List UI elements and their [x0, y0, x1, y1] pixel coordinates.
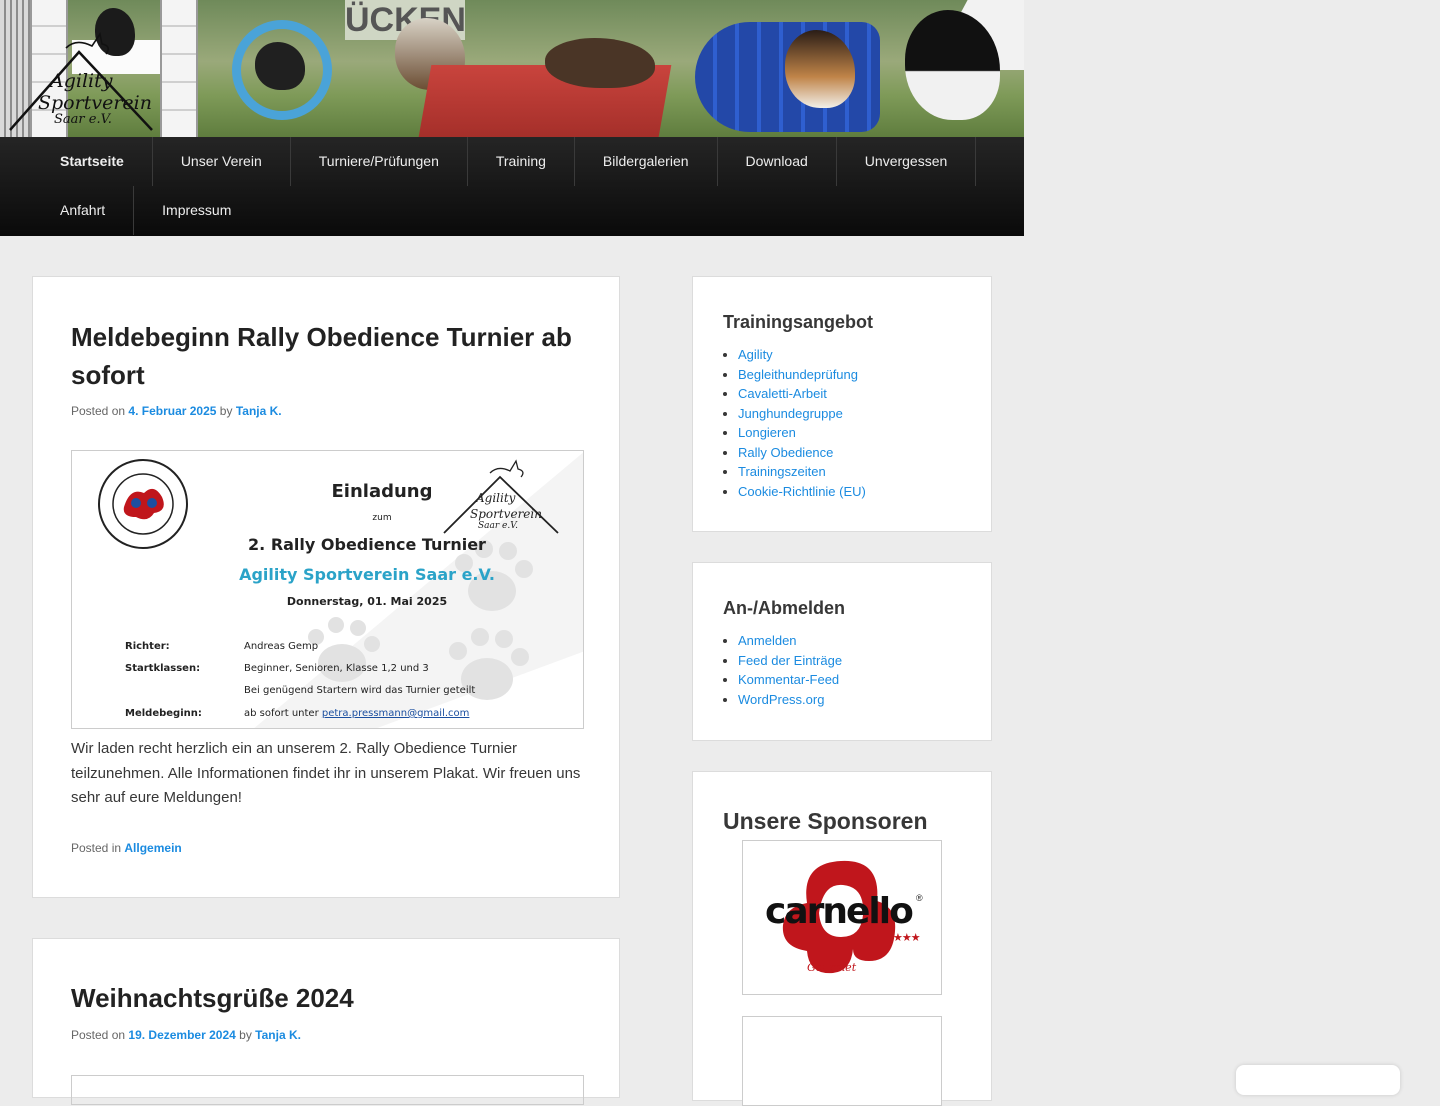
entries-feed-link[interactable]: Feed der Einträge [738, 653, 842, 668]
post-meta: Posted on 19. Dezember 2024 by Tanja K. [71, 1028, 301, 1042]
sponsor-second[interactable] [742, 1016, 942, 1106]
flyer-club-logo: Agility Sportverein Saar e.V. [440, 457, 562, 537]
flyer-row-label: Meldebeginn: [125, 708, 202, 719]
nav-item-unvergessen[interactable]: Unvergessen [837, 137, 977, 186]
nav-row-1: Startseite Unser Verein Turniere/Prüfung… [32, 137, 977, 186]
widget-title: Unsere Sponsoren [723, 808, 928, 834]
post-date-link[interactable]: 19. Dezember 2024 [128, 1028, 235, 1042]
logo-text-line2: Sportverein [38, 92, 152, 114]
training-link-begleithund[interactable]: Begleithundeprüfung [738, 367, 858, 382]
training-link-junghunde[interactable]: Junghundegruppe [738, 406, 843, 421]
nav-row-2: Anfahrt Impressum [32, 186, 259, 235]
flyer-row-value: Bei genügend Startern wird das Turnier g… [244, 685, 476, 696]
flyer-date: Donnerstag, 01. Mai 2025 [286, 595, 448, 608]
post-date-link[interactable]: 4. Februar 2025 [128, 404, 216, 418]
training-link-longieren[interactable]: Longieren [738, 425, 796, 440]
list-item: Agility [738, 345, 866, 365]
list-item: Cookie-Richtlinie (EU) [738, 482, 866, 502]
widget-title: Trainingsangebot [723, 312, 874, 332]
posted-on-label: Posted on [71, 1028, 126, 1042]
event-flyer-image[interactable]: Einladung zum 2. Rally Obedience Turnier… [71, 450, 584, 729]
pillar-decoration [160, 0, 198, 137]
list-item: WordPress.org [738, 690, 842, 710]
dvg-seal-icon [98, 459, 188, 549]
flyer-row-label: Richter: [125, 641, 170, 652]
club-logo[interactable]: Agility Sportverein Saar e.V. [6, 30, 156, 134]
widget-title: An-/Abmelden [723, 598, 846, 618]
floating-widget[interactable] [1236, 1065, 1400, 1095]
post-author-link[interactable]: Tanja K. [236, 404, 282, 418]
widget-sponsors: Unsere Sponsoren carnello ® ★★★ Gourmet [692, 771, 992, 1106]
sponsor-name: carnello [765, 891, 914, 932]
training-link-zeiten[interactable]: Trainingszeiten [738, 464, 826, 479]
flyer-logo-line3: Saar e.V. [478, 521, 519, 531]
nav-item-download[interactable]: Download [718, 137, 837, 186]
training-link-cavaletti[interactable]: Cavaletti-Arbeit [738, 386, 827, 401]
flyer-row-value-text: ab sofort unter [244, 708, 319, 719]
flyer-email: petra.pressmann@gmail.com [321, 708, 470, 719]
flyer-row-label: Startklassen: [125, 663, 201, 674]
main-navigation: Startseite Unser Verein Turniere/Prüfung… [0, 137, 1024, 236]
nav-item-turniere[interactable]: Turniere/Prüfungen [291, 137, 468, 186]
training-list: Agility Begleithundeprüfung Cavaletti-Ar… [693, 345, 866, 501]
training-link-agility[interactable]: Agility [738, 347, 773, 362]
post-title[interactable]: Weihnachtsgrüße 2024 [71, 979, 591, 1017]
comments-feed-link[interactable]: Kommentar-Feed [738, 672, 839, 687]
nav-item-impressum[interactable]: Impressum [134, 186, 259, 235]
widget-login: An-/Abmelden Anmelden Feed der Einträge … [692, 562, 992, 741]
posted-in-label: Posted in [71, 841, 122, 855]
list-item: Rally Obedience [738, 443, 866, 463]
post-footer-meta: Posted in Allgemein [71, 841, 182, 855]
post-title[interactable]: Meldebeginn Rally Obedience Turnier ab s… [71, 318, 591, 394]
list-item: Begleithundeprüfung [738, 365, 866, 385]
flyer-club-name: Agility Sportverein Saar e.V. [239, 565, 495, 584]
nav-item-anfahrt[interactable]: Anfahrt [32, 186, 135, 235]
list-item: Cavaletti-Arbeit [738, 384, 866, 404]
sponsor-stars: ★★★ [893, 932, 921, 944]
sponsor-reg: ® [916, 893, 923, 903]
by-label: by [219, 404, 233, 418]
post-author-link[interactable]: Tanja K. [255, 1028, 301, 1042]
nav-item-unser-verein[interactable]: Unser Verein [153, 137, 291, 186]
post-body-text: Wir laden recht herzlich ein an unserem … [71, 740, 581, 806]
logo-text-line3: Saar e.V. [54, 112, 112, 127]
widget-trainingsangebot: Trainingsangebot Agility Begleithundeprü… [692, 276, 992, 532]
sponsor-carnello[interactable]: carnello ® ★★★ Gourmet [742, 840, 942, 995]
list-item: Kommentar-Feed [738, 670, 842, 690]
post-article: Weihnachtsgrüße 2024 Posted on 19. Dezem… [32, 938, 620, 1105]
post-meta: Posted on 4. Februar 2025 by Tanja K. [71, 404, 282, 418]
flyer-row-value: Beginner, Senioren, Klasse 1,2 und 3 [244, 663, 429, 674]
list-item: Anmelden [738, 631, 842, 651]
nav-item-bildergalerien[interactable]: Bildergalerien [575, 137, 718, 186]
login-link[interactable]: Anmelden [738, 633, 797, 648]
dog-figure [545, 38, 655, 88]
flyer-row-value: Andreas Gemp [244, 641, 319, 652]
wordpress-link[interactable]: WordPress.org [738, 692, 824, 707]
flyer-row-value: ab sofort unter petra.pressmann@gmail.co… [244, 708, 469, 719]
list-item: Feed der Einträge [738, 651, 842, 671]
training-link-cookie[interactable]: Cookie-Richtlinie (EU) [738, 484, 866, 499]
list-item: Longieren [738, 423, 866, 443]
posted-on-label: Posted on [71, 404, 126, 418]
list-item: Trainingszeiten [738, 462, 866, 482]
post-article: Meldebeginn Rally Obedience Turnier ab s… [32, 276, 620, 898]
by-label: by [239, 1028, 252, 1042]
list-item: Junghundegruppe [738, 404, 866, 424]
sponsor-sub: Gourmet [807, 961, 857, 974]
flyer-event-name: 2. Rally Obedience Turnier [248, 535, 486, 554]
flyer-logo-line1: Agility [476, 491, 516, 505]
post-category-link[interactable]: Allgemein [124, 841, 181, 855]
training-link-rally[interactable]: Rally Obedience [738, 445, 833, 460]
logo-text-line1: Agility [50, 70, 113, 92]
flyer-logo-line2: Sportverein [470, 507, 542, 521]
header-banner[interactable]: ÜCKEN Agility Sportverein Saar e.V. [0, 0, 1024, 137]
nav-item-training[interactable]: Training [468, 137, 575, 186]
nav-item-startseite[interactable]: Startseite [32, 137, 153, 186]
login-list: Anmelden Feed der Einträge Kommentar-Fee… [693, 631, 842, 709]
